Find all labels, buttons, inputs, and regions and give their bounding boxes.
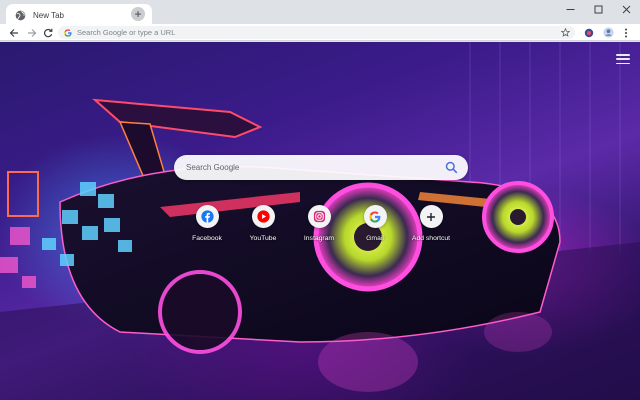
shortcut-instagram[interactable]: Instagram	[292, 205, 346, 253]
extension-icon[interactable]	[581, 25, 596, 40]
plus-icon: +	[134, 7, 142, 21]
shortcut-label: Gmail	[366, 235, 384, 242]
new-tab-page: Facebook YouTube Instagram Gma	[0, 42, 640, 400]
window-controls	[556, 0, 640, 20]
globe-icon	[14, 9, 26, 21]
shortcut-youtube[interactable]: YouTube	[236, 205, 290, 253]
reload-icon[interactable]	[40, 25, 55, 40]
omnibox-placeholder: Search Google or type a URL	[77, 28, 176, 37]
facebook-icon	[195, 205, 219, 228]
hamburger-icon[interactable]	[616, 53, 630, 65]
instagram-icon	[307, 205, 331, 228]
shortcut-gmail[interactable]: Gmail	[348, 205, 402, 253]
shortcut-label: YouTube	[249, 235, 277, 242]
browser-toolbar: Search Google or type a URL	[0, 24, 640, 41]
google-g-icon	[64, 28, 72, 37]
search-icon[interactable]	[445, 161, 458, 174]
google-search-box[interactable]	[174, 155, 468, 180]
forward-arrow-icon[interactable]	[24, 25, 39, 40]
new-tab-button[interactable]: +	[131, 7, 145, 21]
maximize-icon[interactable]	[584, 0, 612, 18]
youtube-icon	[251, 205, 275, 228]
tab-strip: New Tab ✕ +	[0, 0, 640, 26]
shortcut-tiles: Facebook YouTube Instagram Gmail Add sho…	[180, 205, 460, 253]
star-icon[interactable]	[560, 27, 570, 37]
google-icon	[363, 205, 387, 228]
add-shortcut-button[interactable]: Add shortcut	[404, 205, 458, 253]
omnibox[interactable]: Search Google or type a URL	[58, 26, 575, 39]
tab-title: New Tab	[33, 10, 64, 20]
kebab-menu-icon[interactable]	[618, 25, 633, 40]
back-arrow-icon[interactable]	[6, 25, 21, 40]
close-icon[interactable]	[612, 0, 640, 18]
search-input[interactable]	[186, 163, 426, 172]
shortcut-label: Facebook	[192, 235, 222, 242]
minimize-icon[interactable]	[556, 0, 584, 18]
shortcut-label: Add shortcut	[411, 235, 451, 242]
shortcut-facebook[interactable]: Facebook	[180, 205, 234, 253]
avatar-icon[interactable]	[601, 25, 616, 40]
plus-icon	[419, 205, 443, 228]
shortcut-label: Instagram	[303, 235, 335, 242]
